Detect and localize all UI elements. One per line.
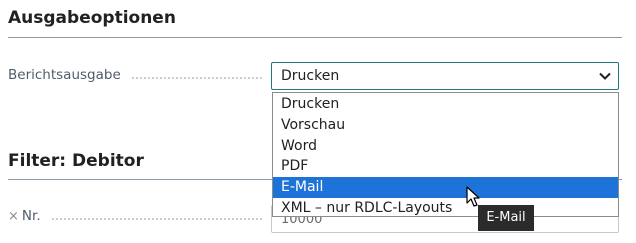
report-output-select[interactable]: Drucken [271, 62, 619, 90]
mouse-pointer-icon [466, 186, 480, 207]
dropdown-option-email[interactable]: E-Mail [273, 177, 618, 198]
options-section-title: Ausgabeoptionen [8, 8, 176, 28]
label-leader-dots [132, 77, 262, 79]
dropdown-option-xml[interactable]: XML – nur RDLC-Layouts [273, 198, 618, 219]
dropdown-option-vorschau[interactable]: Vorschau [273, 115, 618, 136]
option-tooltip: E-Mail [478, 205, 534, 231]
filter-field-label: × Nr. [8, 208, 41, 224]
dropdown-option-pdf[interactable]: PDF [273, 156, 618, 177]
filter-section-title: Filter: Debitor [8, 151, 144, 171]
chevron-down-icon [598, 63, 612, 89]
dropdown-option-drucken[interactable]: Drucken [273, 94, 618, 115]
report-output-label: Berichtsausgabe [8, 67, 121, 83]
filter-field-name: Nr. [21, 208, 41, 224]
report-output-selected-value: Drucken [281, 68, 340, 84]
options-section-divider [8, 37, 622, 38]
close-icon[interactable]: × [8, 209, 19, 224]
report-output-dropdown-list[interactable]: Drucken Vorschau Word PDF E-Mail XML – n… [272, 92, 619, 217]
filter-leader-dots [52, 218, 262, 220]
dropdown-option-word[interactable]: Word [273, 136, 618, 157]
